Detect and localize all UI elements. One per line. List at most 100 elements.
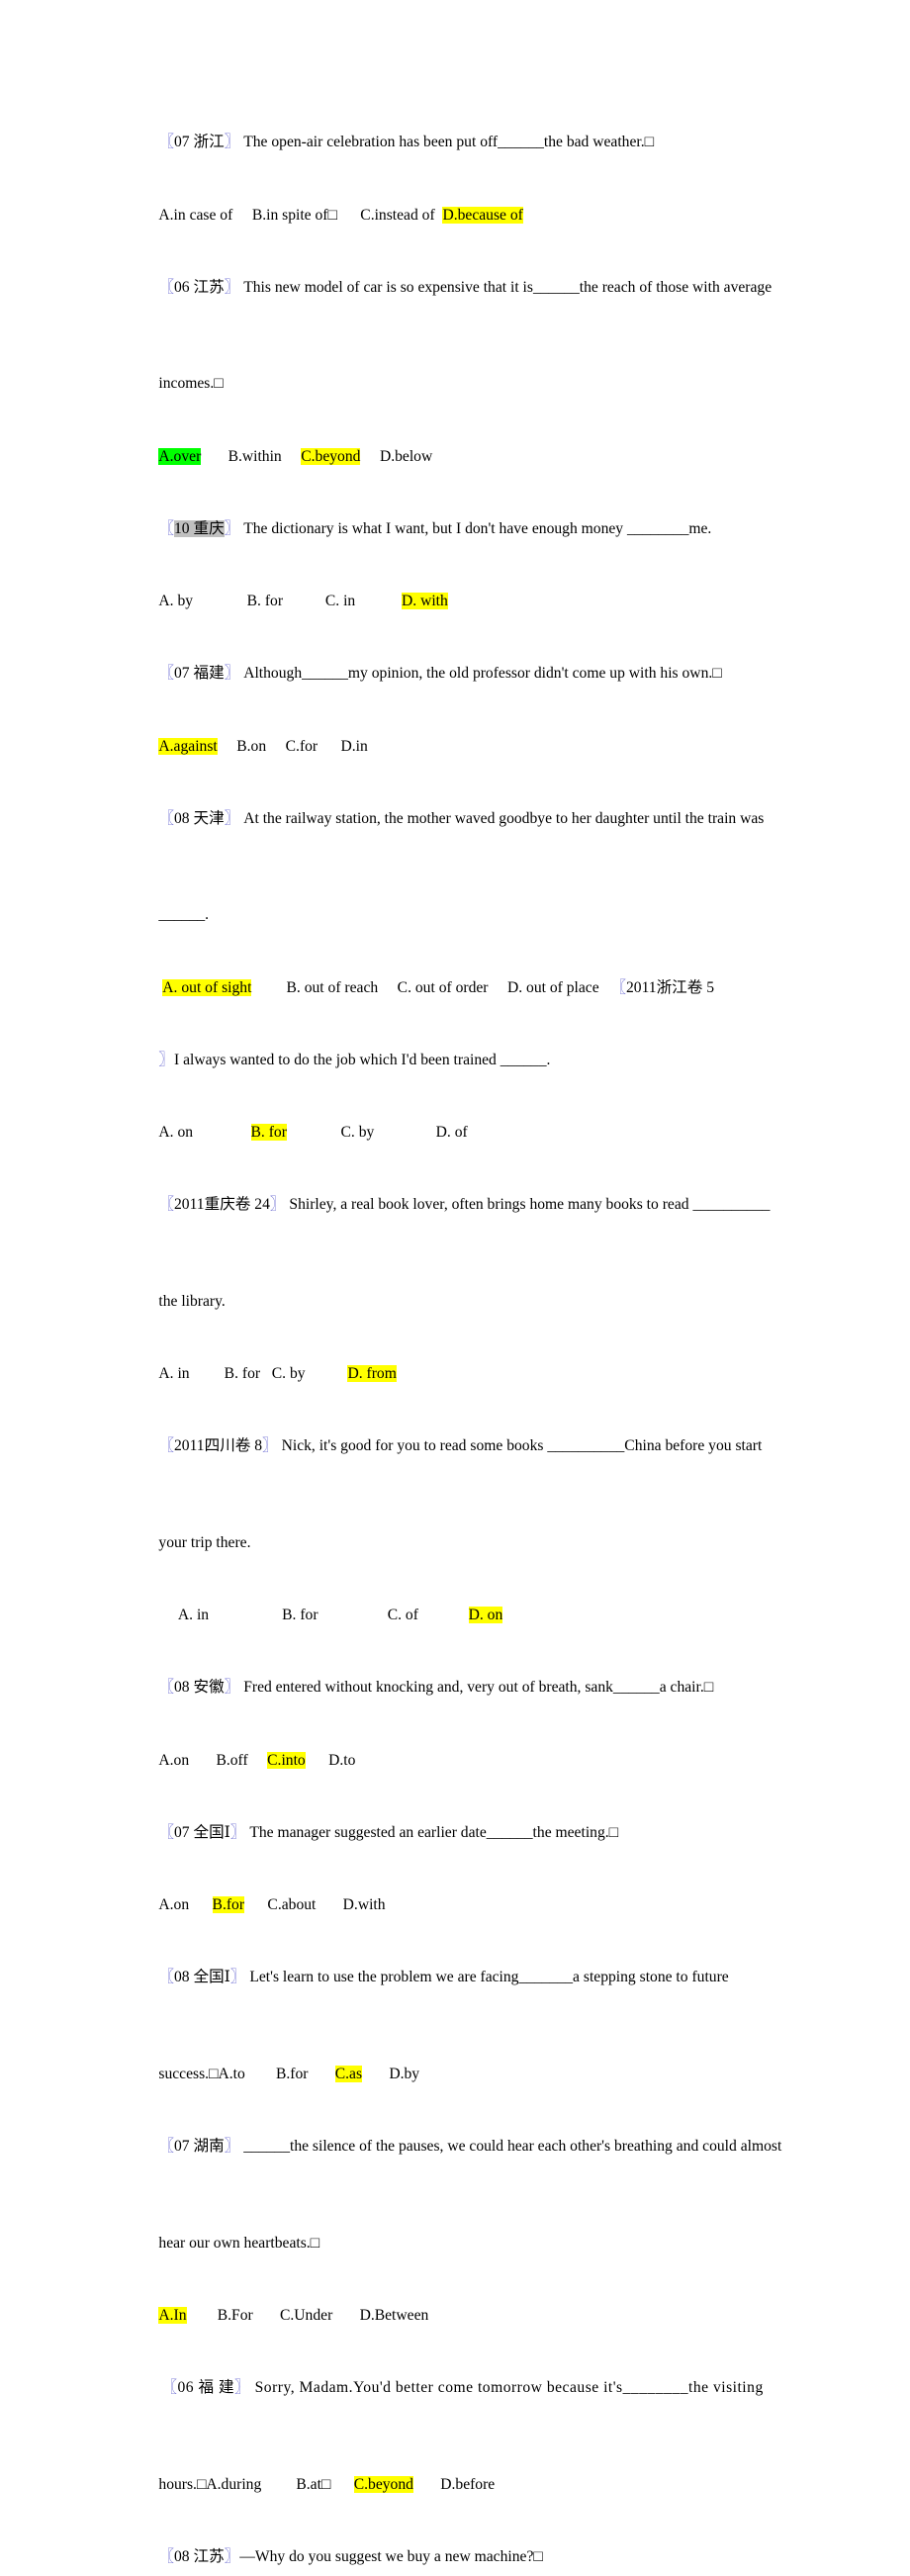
option-q1-c[interactable]: C.instead of: [360, 207, 434, 224]
options-row-q8: A. in B. for C. of D. on: [136, 1580, 786, 1652]
stem-text-q13-line1: Sorry, Madam.You'd better come tomorrow …: [254, 2379, 764, 2397]
options-row-q9: A.on B.off C.into D.to: [136, 1724, 786, 1796]
source-tag-open-q6: 〖: [610, 978, 626, 996]
option-q1-b[interactable]: B.in spite of□: [252, 207, 337, 224]
stem-text-q2-line1: This new model of car is so expensive th…: [243, 278, 773, 296]
option-q6-b[interactable]: B. for: [250, 1124, 287, 1142]
option-q2-b[interactable]: B.within: [228, 448, 282, 465]
option-q8-a[interactable]: A. in: [178, 1607, 209, 1623]
option-q5-c[interactable]: C. out of order: [398, 979, 489, 996]
option-q5-a[interactable]: A. out of sight: [162, 978, 252, 996]
question-stem-q2: 〖06 江苏〗 This new model of car is so expe…: [136, 251, 786, 348]
option-q8-b[interactable]: B. for: [282, 1607, 318, 1623]
source-tag-close-q5: 〗: [224, 809, 240, 827]
question-stem-q7-cont: the library.: [136, 1266, 786, 1338]
option-q1-d[interactable]: D.because of: [442, 206, 523, 224]
option-q12-a[interactable]: A.In: [158, 2306, 187, 2324]
option-q9-b[interactable]: B.off: [216, 1752, 247, 1769]
options-row-q2: A.over B.within C.beyond D.below: [136, 420, 786, 493]
source-tag-open-q8: 〖: [158, 1437, 174, 1455]
option-q11-c[interactable]: C.as: [334, 2065, 363, 2082]
stem-text-q12-line2: hear our own heartbeats.□: [158, 2234, 320, 2252]
options-row-q12: A.In B.For C.Under D.Between: [136, 2280, 786, 2352]
option-q12-b[interactable]: B.For: [218, 2307, 253, 2324]
question-stem-q13: 〖06 福 建〗 Sorry, Madam.You'd better come …: [136, 2352, 786, 2449]
option-q6-a[interactable]: A. on: [158, 1124, 193, 1141]
source-tag-close-q12: 〗: [224, 2138, 240, 2156]
option-q10-d[interactable]: D.with: [343, 1896, 386, 1913]
stem-text-q8-line1: Nick, it's good for you to read some boo…: [281, 1437, 763, 1455]
source-tag-close-q13: 〗: [234, 2379, 251, 2397]
option-q7-c[interactable]: C. by: [272, 1365, 306, 1382]
source-tag-q1: 07 浙江: [174, 134, 225, 151]
option-q3-a[interactable]: A. by: [158, 593, 193, 609]
stem-text-q10: The manager suggested an earlier date___…: [249, 1823, 619, 1841]
option-q4-a[interactable]: A.against: [158, 737, 218, 755]
document-page: 〖07 浙江〗 The open-air celebration has bee…: [0, 0, 910, 2565]
option-q10-c[interactable]: C.about: [267, 1896, 316, 1913]
option-q2-c[interactable]: C.beyond: [301, 447, 361, 465]
option-q12-c[interactable]: C.Under: [280, 2307, 332, 2324]
document-body: 〖07 浙江〗 The open-air celebration has bee…: [136, 107, 786, 2576]
option-q4-b[interactable]: B.on: [236, 738, 266, 755]
option-q3-c[interactable]: C. in: [325, 593, 355, 609]
option-q2-a[interactable]: A.over: [158, 447, 202, 465]
source-tag-q10: 07 全国Ⅰ: [174, 1823, 230, 1841]
source-tag-open-q9: 〖: [158, 1679, 174, 1697]
options-row-q13: hours.□A.during B.at□ C.beyond D.before: [136, 2448, 786, 2521]
option-q9-a[interactable]: A.on: [158, 1752, 189, 1769]
option-q9-c[interactable]: C.into: [267, 1751, 306, 1769]
question-stem-q2-cont: incomes.□: [136, 348, 786, 420]
option-q6-d[interactable]: D. of: [436, 1124, 468, 1141]
question-stem-q11: 〖08 全国Ⅰ〗 Let's learn to use the problem …: [136, 1942, 786, 2039]
source-tag-q4: 07 福建: [174, 665, 225, 683]
question-stem-q6: 〗I always wanted to do the job which I'd…: [136, 1024, 786, 1096]
option-q5-d[interactable]: D. out of place: [507, 979, 599, 996]
option-q10-a[interactable]: A.on: [158, 1896, 189, 1913]
option-q11-a[interactable]: A.to: [218, 2066, 244, 2082]
option-q7-a[interactable]: A. in: [158, 1365, 189, 1382]
option-q4-c[interactable]: C.for: [286, 738, 318, 755]
option-q8-d[interactable]: D. on: [468, 1607, 503, 1624]
option-q11-d[interactable]: D.by: [389, 2066, 419, 2082]
source-tag-q2: 06 江苏: [174, 278, 225, 296]
option-q13-c[interactable]: C.beyond: [353, 2475, 413, 2493]
option-q1-a[interactable]: A.in case of: [158, 207, 232, 224]
option-q3-b[interactable]: B. for: [247, 593, 283, 609]
option-q9-d[interactable]: D.to: [328, 1752, 355, 1769]
option-q13-a[interactable]: A.during: [206, 2476, 261, 2493]
question-stem-q8: 〖2011四川卷 8〗 Nick, it's good for you to r…: [136, 1411, 786, 1508]
option-q12-d[interactable]: D.Between: [360, 2307, 429, 2324]
stem-text-q6: I always wanted to do the job which I'd …: [174, 1051, 551, 1068]
source-tag-q11: 08 全国Ⅰ: [174, 1969, 230, 1986]
stem-text-q11-line1: Let's learn to use the problem we are fa…: [249, 1969, 729, 1986]
source-tag-q13: 06 福 建: [177, 2379, 235, 2397]
source-tag-close-q11: 〗: [229, 1969, 246, 1986]
stem-text-q11-line2: success.□: [158, 2065, 219, 2082]
source-tag-q12: 07 湖南: [174, 2138, 225, 2156]
source-tag-close-q9: 〗: [224, 1679, 240, 1697]
option-q2-d[interactable]: D.below: [380, 448, 432, 465]
source-tag-close-q3: 〗: [224, 519, 240, 537]
option-q13-b[interactable]: B.at□: [296, 2476, 330, 2493]
stem-text-q8-line2: your trip there.: [158, 1533, 251, 1551]
stem-text-q2-line2: incomes.□: [158, 375, 224, 393]
source-tag-close-q2: 〗: [224, 278, 240, 296]
option-q4-d[interactable]: D.in: [341, 738, 368, 755]
option-q13-d[interactable]: D.before: [440, 2476, 495, 2493]
source-tag-q9: 08 安徽: [174, 1679, 225, 1697]
source-tag-q14: 08 江苏: [174, 2548, 225, 2566]
option-q8-c[interactable]: C. of: [388, 1607, 418, 1623]
option-q10-b[interactable]: B.for: [212, 1896, 245, 1914]
option-q5-b[interactable]: B. out of reach: [287, 979, 379, 996]
option-q7-d[interactable]: D. from: [347, 1365, 397, 1383]
option-q11-b[interactable]: B.for: [276, 2066, 308, 2082]
option-q7-b[interactable]: B. for: [225, 1365, 260, 1382]
source-tag-open-q3: 〖: [158, 519, 174, 537]
question-stem-q5-cont: ______.: [136, 879, 786, 952]
stem-text-q5-line2: ______.: [158, 906, 210, 924]
options-row-q11: success.□A.to B.for C.as D.by: [136, 2039, 786, 2111]
options-row-q4: A.against B.on C.for D.in: [136, 710, 786, 782]
option-q3-d[interactable]: D. with: [402, 593, 448, 610]
option-q6-c[interactable]: C. by: [341, 1124, 375, 1141]
